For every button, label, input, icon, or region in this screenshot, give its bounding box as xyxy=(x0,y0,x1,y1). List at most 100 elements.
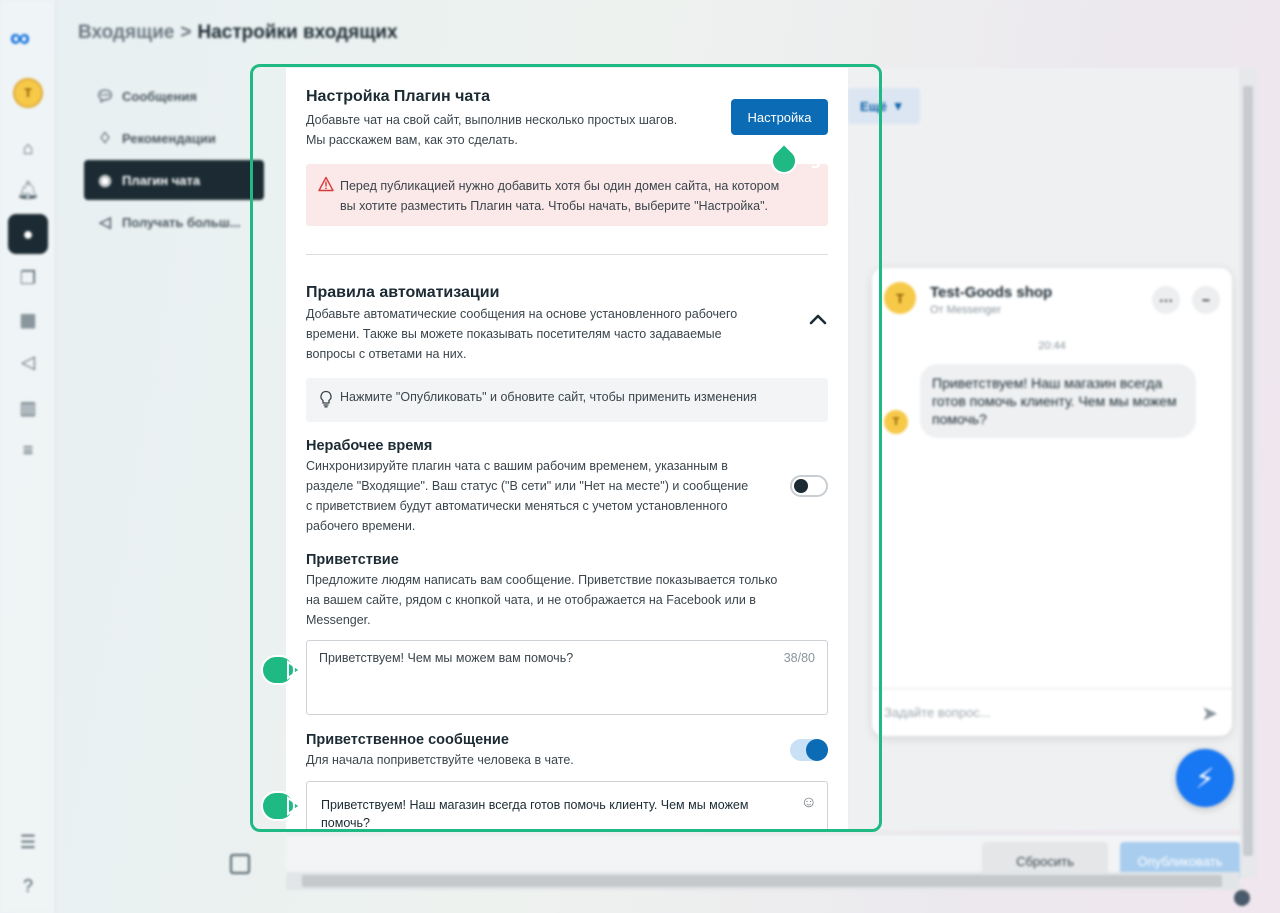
chat-input-placeholder: Задайте вопрос... xyxy=(884,705,991,720)
off-hours-title: Нерабочее время xyxy=(306,438,433,454)
marker-shape xyxy=(261,791,302,821)
horizontal-scrollbar-thumb[interactable] xyxy=(302,875,1222,887)
chat-timestamp: 20:44 xyxy=(1038,340,1066,352)
automation-description: Добавьте автоматические сообщения на осн… xyxy=(306,304,786,364)
step-marker-2: 2 xyxy=(260,790,321,822)
hint-text: Нажмите "Опубликовать" и обновите сайт, … xyxy=(340,390,757,404)
step-marker-1: 1 xyxy=(260,654,321,686)
alert-text-line: вы хотите разместить Плагин чата. Чтобы … xyxy=(340,199,768,213)
section-divider xyxy=(306,254,828,255)
globe-icon[interactable] xyxy=(1234,890,1250,906)
greeting-textarea[interactable]: Приветствуем! Чем мы можем вам помочь? 3… xyxy=(306,640,828,715)
lightbulb-icon: ♢ xyxy=(98,130,112,147)
collapse-chevron-icon[interactable] xyxy=(804,306,832,334)
subnav-item-messages[interactable]: 💬︎ Сообщения xyxy=(84,76,264,116)
plugin-setup-title: Настройка Плагин чата xyxy=(306,88,491,105)
setup-button[interactable]: Настройка xyxy=(731,99,828,135)
welcome-message-description: Для начала поприветствуйте человека в ча… xyxy=(306,753,574,767)
publish-hint: Нажмите "Опубликовать" и обновите сайт, … xyxy=(306,378,828,422)
table-icon[interactable]: ▦ xyxy=(14,306,42,334)
breadcrumb: Входящие > Настройки входящих xyxy=(78,22,398,44)
welcome-value-line: Приветствуем! Наш магазин всегда готов п… xyxy=(321,798,749,812)
greeting-desc-line: на вашем сайте, рядом с кнопкой чата, и … xyxy=(306,593,756,607)
left-rail: ∞ T ⌂ 🔔︎ ● ❐ ▦ ◁ ▥ ≡ ☰ ? xyxy=(0,0,56,913)
automation-desc-line: Добавьте автоматические сообщения на осн… xyxy=(306,307,738,321)
more-button[interactable]: Ещё ▾ xyxy=(848,88,920,124)
more-options-icon[interactable]: ⋯ xyxy=(1152,286,1180,314)
greeting-value: Приветствуем! Чем мы можем вам помочь? xyxy=(319,651,574,665)
off-hours-desc-line: Синхронизируйте плагин чата с вашим рабо… xyxy=(306,459,728,473)
welcome-message-toggle[interactable] xyxy=(790,739,828,761)
caret-down-icon: ▾ xyxy=(894,98,902,113)
step-number: 1 xyxy=(310,661,322,679)
messenger-fab-icon[interactable]: ⚡︎ xyxy=(1176,749,1234,807)
chat-bubbles-icon: 💬︎ xyxy=(95,88,115,105)
minimize-icon[interactable]: − xyxy=(1192,286,1220,314)
step-marker-3: 3 xyxy=(768,142,821,180)
plugin-desc-line: Добавьте чат на свой сайт, выполнив неск… xyxy=(306,113,678,127)
off-hours-desc-line: с приветствием будут автоматически менят… xyxy=(306,499,728,513)
chat-bubble: Приветствуем! Наш магазин всегда готов п… xyxy=(920,364,1196,438)
toggle-knob xyxy=(794,479,808,493)
subnav-item-get-more[interactable]: ◁ Получать больш... xyxy=(84,202,264,242)
automation-title: Правила автоматизации xyxy=(306,284,500,301)
help-icon[interactable]: ? xyxy=(14,872,42,900)
vertical-scrollbar[interactable] xyxy=(1240,68,1256,878)
welcome-value-line: помочь? xyxy=(321,816,370,830)
plugin-setup-description: Добавьте чат на свой сайт, выполнив неск… xyxy=(306,110,726,150)
chat-icon[interactable]: ● xyxy=(8,214,48,254)
automation-desc-line: времени. Также вы можете показывать посе… xyxy=(306,327,722,341)
domain-warning-alert: Перед публикацией нужно добавить хотя бы… xyxy=(306,164,828,226)
marker-shape xyxy=(771,143,797,174)
subnav-item-label: Сообщения xyxy=(122,88,197,104)
off-hours-description: Синхронизируйте плагин чата с вашим рабо… xyxy=(306,456,776,536)
send-icon[interactable]: ➤ xyxy=(1201,701,1218,726)
account-avatar[interactable]: T xyxy=(13,78,43,108)
step-number: 3 xyxy=(810,154,822,172)
off-hours-toggle[interactable] xyxy=(790,475,828,497)
off-hours-desc-line: разделе "Входящие". Ваш статус ("В сети"… xyxy=(306,479,749,493)
greeting-desc-line: Предложите людям написать вам сообщение.… xyxy=(306,573,778,587)
plugin-desc-line: Мы расскажем вам, как это сделать. xyxy=(306,133,518,147)
step-number: 2 xyxy=(310,797,322,815)
character-count: 38/80 xyxy=(783,651,815,665)
bell-icon[interactable]: 🔔︎ xyxy=(14,176,42,204)
welcome-message-textarea[interactable]: Приветствуем! Наш магазин всегда готов п… xyxy=(306,781,828,830)
horizontal-scrollbar[interactable] xyxy=(286,872,1240,890)
subnav-item-label: Рекомендации xyxy=(122,130,216,146)
vertical-scrollbar-thumb[interactable] xyxy=(1243,86,1253,856)
emoji-icon[interactable]: ☺ xyxy=(801,794,817,812)
pages-icon[interactable]: ❐ xyxy=(14,264,42,292)
bar-chart-icon[interactable]: ▥ xyxy=(14,394,42,422)
subnav-item-label: Плагин чата xyxy=(122,172,201,188)
chat-avatar: T xyxy=(884,282,916,314)
alert-text-line: Перед публикацией нужно добавить хотя бы… xyxy=(340,179,780,193)
greeting-desc-line: Messenger. xyxy=(306,613,371,627)
breadcrumb-parent[interactable]: Входящие xyxy=(78,22,174,43)
greeting-title: Приветствие xyxy=(306,552,399,568)
automation-desc-line: вопросы с ответами на них. xyxy=(306,347,467,361)
bubble-avatar: T xyxy=(884,410,908,434)
toggle-knob xyxy=(806,739,828,761)
menu-icon[interactable]: ≡ xyxy=(14,436,42,464)
megaphone-icon[interactable]: ◁ xyxy=(14,348,42,376)
meta-logo[interactable]: ∞ xyxy=(10,22,30,54)
off-hours-desc-line: рабочего времени. xyxy=(306,519,416,533)
more-button-label: Ещё xyxy=(860,98,887,114)
breadcrumb-separator: > xyxy=(180,22,192,43)
chat-header: T Test-Goods shop От Messenger ⋯ − xyxy=(884,282,1220,322)
subnav-item-recommendations[interactable]: ♢ Рекомендации xyxy=(84,118,264,158)
list-icon[interactable]: ☰ xyxy=(14,828,42,856)
warning-icon xyxy=(318,176,334,192)
lightbulb-icon xyxy=(320,390,332,408)
collapse-panel-icon[interactable] xyxy=(230,854,250,874)
subnav-item-chat-plugin[interactable]: ◉ Плагин чата xyxy=(84,160,264,200)
chat-page-name: Test-Goods shop xyxy=(930,284,1053,301)
home-icon[interactable]: ⌂ xyxy=(14,134,42,162)
messenger-icon: ◉ xyxy=(98,172,112,189)
megaphone-icon: ◁ xyxy=(99,214,111,231)
marker-shape xyxy=(261,655,302,685)
welcome-message-title: Приветственное сообщение xyxy=(306,732,509,748)
greeting-description: Предложите людям написать вам сообщение.… xyxy=(306,570,826,630)
chat-input[interactable]: Задайте вопрос... ➤ xyxy=(872,688,1232,736)
